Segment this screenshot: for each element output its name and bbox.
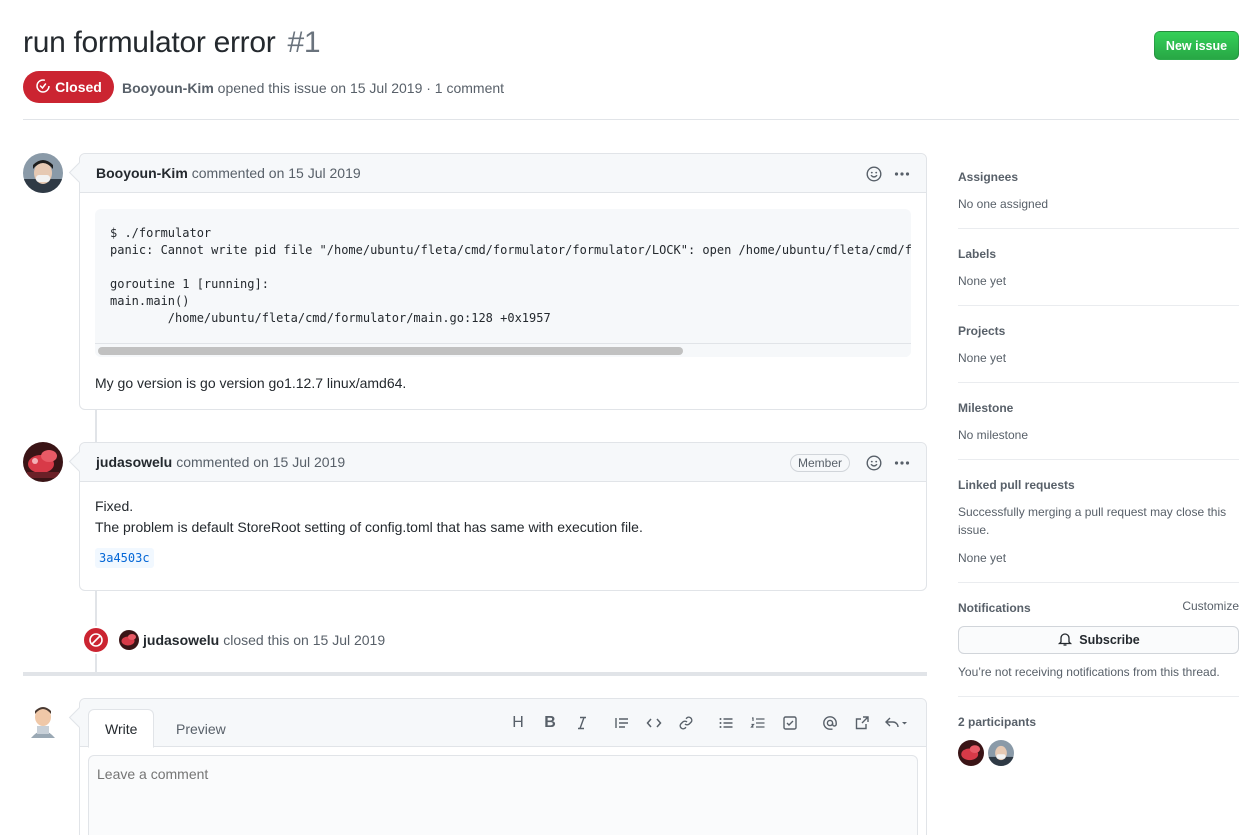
sidebar-heading[interactable]: Assignees <box>958 168 1239 186</box>
sidebar-heading[interactable]: Linked pull requests <box>958 476 1239 494</box>
sidebar-participants: 2 participants <box>958 697 1239 781</box>
markdown-toolbar: H B <box>502 699 914 747</box>
avatar[interactable] <box>988 740 1014 766</box>
notifications-text: You’re not receiving notifications from … <box>958 665 1220 679</box>
new-issue-button[interactable]: New issue <box>1154 31 1239 60</box>
comment-text: Fixed. <box>95 498 134 514</box>
issue-title: run formulator error #1 <box>23 26 321 60</box>
italic-icon[interactable] <box>566 707 598 739</box>
horizontal-scrollbar[interactable] <box>95 343 911 357</box>
comment-actions: Member <box>789 443 910 482</box>
issue-sidebar: Assignees No one assigned Labels None ye… <box>958 152 1239 781</box>
circle-slash-icon <box>82 626 110 654</box>
current-user-avatar[interactable] <box>23 702 63 742</box>
sidebar-value: None yet <box>958 274 1007 288</box>
comment-body: Fixed. The problem is default StoreRoot … <box>80 482 926 584</box>
bell-icon <box>1057 631 1073 650</box>
issue-meta: Booyoun-Kim opened this issue on 15 Jul … <box>122 80 504 96</box>
comment-actions <box>866 154 910 193</box>
code-text: $ ./formulator panic: Cannot write pid f… <box>110 226 911 325</box>
sidebar-milestone: Milestone No milestone <box>958 383 1239 460</box>
avatar[interactable] <box>23 442 63 482</box>
numbered-list-icon[interactable] <box>742 707 774 739</box>
sidebar-linked-prs: Linked pull requests Successfully mergin… <box>958 460 1239 583</box>
comment-author-link[interactable]: Booyoun-Kim <box>96 165 188 181</box>
sidebar-value: None yet <box>958 351 1007 365</box>
sidebar-labels: Labels None yet <box>958 229 1239 306</box>
issue-author-link[interactable]: Booyoun-Kim <box>122 80 214 96</box>
avatar[interactable] <box>23 153 63 193</box>
mention-icon[interactable] <box>814 707 846 739</box>
sidebar-notifications: Notifications Customize Subscribe You’re… <box>958 583 1239 697</box>
closed-event: judasowelu closed this on 15 Jul 2019 <box>82 626 385 654</box>
bullet-list-icon[interactable] <box>710 707 742 739</box>
member-badge: Member <box>789 453 850 472</box>
subscribe-button[interactable]: Subscribe <box>958 626 1239 654</box>
status-badge-label: Closed <box>55 79 102 95</box>
sidebar-projects: Projects None yet <box>958 306 1239 383</box>
comment-header: judasowelu commented on 15 Jul 2019 Memb… <box>80 443 926 482</box>
comment-card: Booyoun-Kim commented on 15 Jul 2019 $ .… <box>79 153 927 410</box>
sidebar-heading[interactable]: Labels <box>958 245 1239 263</box>
task-list-icon[interactable] <box>774 707 806 739</box>
quote-icon[interactable] <box>606 707 638 739</box>
cross-reference-icon[interactable] <box>846 707 878 739</box>
avatar[interactable] <box>958 740 984 766</box>
tab-preview[interactable]: Preview <box>160 709 242 748</box>
comment-textarea[interactable] <box>88 755 918 835</box>
sidebar-value: No one assigned <box>958 197 1049 211</box>
comment-timestamp[interactable]: commented on 15 Jul 2019 <box>192 165 361 181</box>
code-icon[interactable] <box>638 707 670 739</box>
issue-number: #1 <box>287 26 321 59</box>
add-reaction-icon[interactable] <box>866 165 882 182</box>
sidebar-value: None yet <box>958 551 1007 565</box>
comment-timestamp[interactable]: commented on 15 Jul 2019 <box>176 454 345 470</box>
header-divider <box>23 119 1239 120</box>
issue-meta-text: opened this issue on 15 Jul 2019 · 1 com… <box>217 80 505 96</box>
avatar[interactable] <box>119 630 139 650</box>
customize-link[interactable]: Customize <box>1182 599 1239 613</box>
kebab-menu-icon[interactable] <box>894 455 910 471</box>
sidebar-description: Successfully merging a pull request may … <box>958 505 1227 537</box>
comment-card: judasowelu commented on 15 Jul 2019 Memb… <box>79 442 927 591</box>
subscribe-label: Subscribe <box>1079 633 1140 647</box>
link-icon[interactable] <box>670 707 702 739</box>
kebab-menu-icon[interactable] <box>894 166 910 182</box>
comment-header: Booyoun-Kim commented on 15 Jul 2019 <box>80 154 926 193</box>
comment-text: My go version is go version go1.12.7 lin… <box>95 375 407 391</box>
sidebar-assignees: Assignees No one assigned <box>958 152 1239 229</box>
scrollbar-thumb[interactable] <box>98 347 683 355</box>
editor-header: Write Preview H B <box>80 699 926 748</box>
sidebar-heading[interactable]: Projects <box>958 322 1239 340</box>
sidebar-heading: 2 participants <box>958 715 1037 729</box>
status-badge: Closed <box>23 71 114 103</box>
new-comment-form: Write Preview H B <box>79 698 927 835</box>
participants-list <box>958 740 1239 766</box>
comment-text: The problem is default StoreRoot setting… <box>95 519 643 535</box>
add-reaction-icon[interactable] <box>866 454 882 471</box>
reply-icon[interactable] <box>878 707 914 739</box>
commit-link[interactable]: 3a4503c <box>95 548 154 568</box>
event-text: closed this on 15 Jul 2019 <box>223 632 386 648</box>
issue-closed-icon <box>35 78 51 97</box>
sidebar-heading[interactable]: Milestone <box>958 399 1239 417</box>
bold-icon[interactable]: B <box>534 707 566 739</box>
tab-write[interactable]: Write <box>88 709 155 748</box>
heading-icon[interactable]: H <box>502 707 534 739</box>
comment-body: $ ./formulator panic: Cannot write pid f… <box>80 193 926 410</box>
comment-author-link[interactable]: judasowelu <box>96 454 172 470</box>
timeline-connector <box>95 410 97 442</box>
timeline-divider <box>23 672 927 676</box>
code-block: $ ./formulator panic: Cannot write pid f… <box>95 209 911 357</box>
event-author-link[interactable]: judasowelu <box>143 632 219 648</box>
issue-title-text: run formulator error <box>23 26 276 59</box>
sidebar-value: No milestone <box>958 428 1029 442</box>
